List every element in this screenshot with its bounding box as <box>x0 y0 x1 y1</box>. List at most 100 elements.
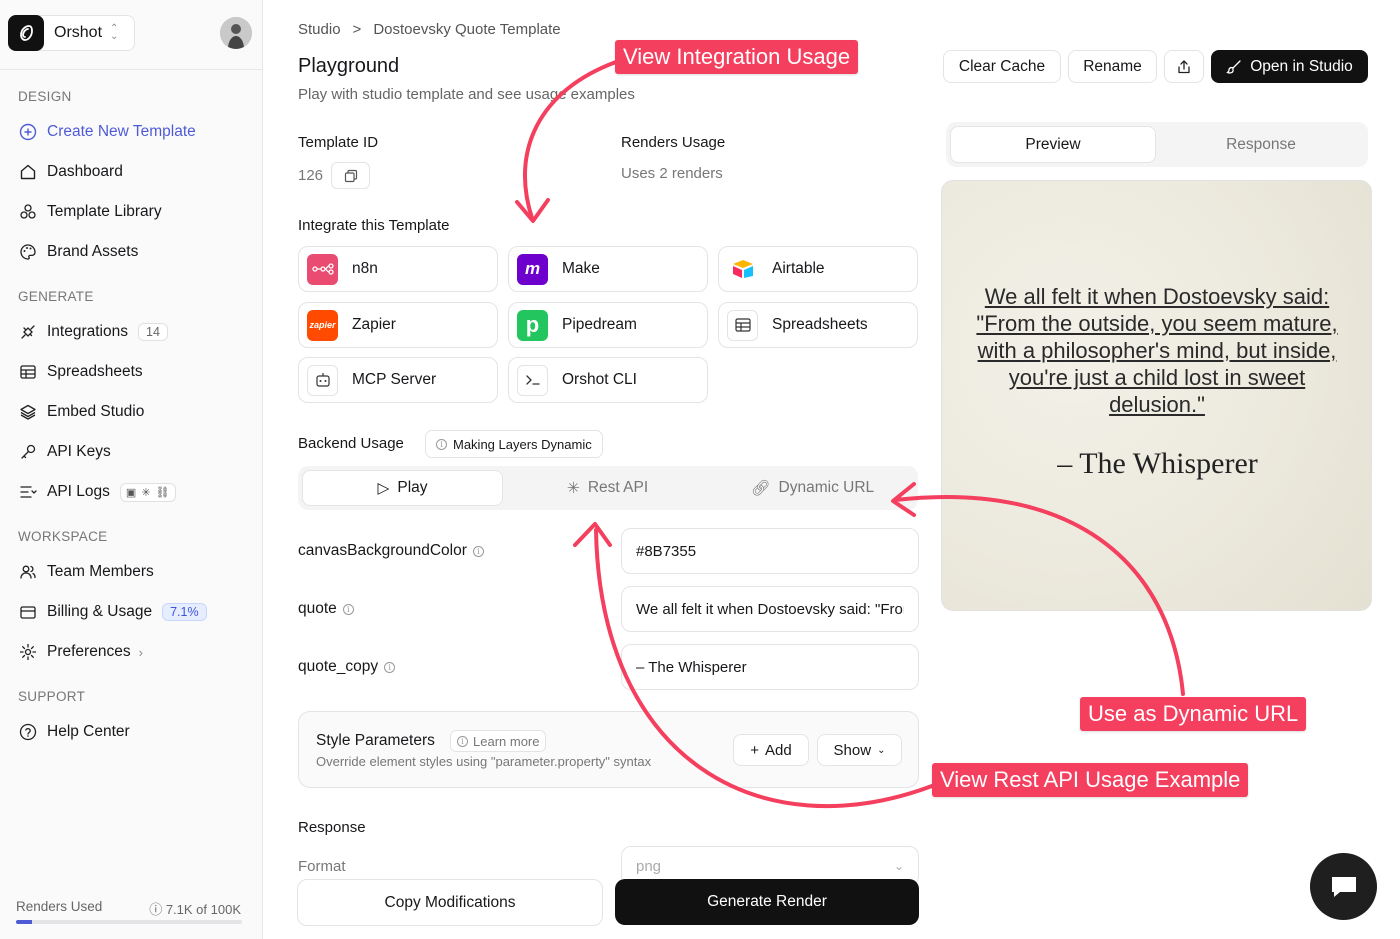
show-style-dropdown[interactable]: Show ⌄ <box>817 734 902 766</box>
integration-make[interactable]: m Make <box>508 246 708 292</box>
quote-copy-input[interactable] <box>621 644 919 690</box>
chevron-right-icon: › <box>138 644 143 660</box>
field-label-quote: quote i <box>298 600 354 618</box>
tab-label: Dynamic URL <box>778 479 875 496</box>
integration-pipedream[interactable]: p Pipedream <box>508 302 708 348</box>
orshot-logo-icon <box>8 15 44 51</box>
backend-tabs: ▷ Play ✳ Rest API 🔗︎ Dynamic URL <box>298 466 918 510</box>
making-layers-dynamic-link[interactable]: i Making Layers Dynamic <box>425 430 603 458</box>
integration-label: Pipedream <box>562 316 637 333</box>
sidebar-item-api-keys[interactable]: API Keys <box>18 438 248 466</box>
style-parameters-panel: Style Parameters i Learn more Override e… <box>298 711 919 788</box>
asterisk-icon: ✳ <box>141 486 151 499</box>
airtable-icon <box>727 253 758 285</box>
layers-icon <box>18 402 38 422</box>
key-icon <box>18 442 38 462</box>
logs-icon <box>18 482 38 502</box>
integration-orshot-cli[interactable]: Orshot CLI <box>508 357 708 403</box>
plus-icon: + <box>750 741 760 759</box>
integration-airtable[interactable]: Airtable <box>718 246 918 292</box>
robot-icon: ▣ <box>125 486 137 499</box>
workspace-switcher[interactable]: Orshot ⌃ ⌄ <box>8 15 135 51</box>
tab-preview[interactable]: Preview <box>950 126 1156 163</box>
copy-modifications-button[interactable]: Copy Modifications <box>297 879 603 926</box>
terminal-icon <box>517 364 548 396</box>
info-icon: ⓘ <box>149 902 163 917</box>
tab-rest-api[interactable]: ✳ Rest API <box>507 470 708 506</box>
generate-render-button[interactable]: Generate Render <box>615 879 919 925</box>
arrow-rest-head <box>573 522 612 547</box>
renders-progress-fill <box>16 920 33 924</box>
plus-circle-icon <box>18 122 38 142</box>
template-id-value: 126 <box>298 167 324 184</box>
billing-usage-badge: 7.1% <box>162 603 207 621</box>
sidebar-item-create-template[interactable]: Create New Template <box>18 118 248 146</box>
rename-button[interactable]: Rename <box>1068 50 1157 83</box>
learn-more-link[interactable]: i Learn more <box>450 730 547 752</box>
sidebar-item-billing[interactable]: Billing & Usage 7.1% <box>18 598 248 626</box>
info-icon: i <box>342 603 354 615</box>
sidebar-item-integrations[interactable]: Integrations 14 <box>18 318 248 346</box>
callout-use-as-dynamic-url: Use as Dynamic URL <box>1080 697 1307 731</box>
sidebar-item-preferences[interactable]: Preferences › <box>18 638 248 666</box>
palette-icon <box>18 242 38 262</box>
sidebar-item-label: Help Center <box>47 723 130 740</box>
link-icon: 🔗︎ <box>750 479 771 497</box>
api-logs-sources: ▣ ✳ ⛓ <box>119 482 176 502</box>
template-id-label: Template ID <box>298 134 379 151</box>
breadcrumb-current[interactable]: Dostoevsky Quote Template <box>373 21 560 38</box>
breadcrumb-studio[interactable]: Studio <box>298 21 341 38</box>
sidebar-item-help-center[interactable]: Help Center <box>18 718 248 746</box>
section-generate: GENERATE <box>18 289 94 304</box>
preview-author: – The Whisperer <box>1057 447 1258 480</box>
integration-mcp-server[interactable]: MCP Server <box>298 357 498 403</box>
tab-dynamic-url[interactable]: 🔗︎ Dynamic URL <box>712 470 913 506</box>
breadcrumb: Studio > Dostoevsky Quote Template <box>298 21 561 38</box>
integration-label: n8n <box>352 260 378 277</box>
avatar[interactable] <box>220 17 252 49</box>
zapier-icon: zapier <box>307 309 338 341</box>
integration-spreadsheets[interactable]: Spreadsheets <box>718 302 918 348</box>
table-icon <box>18 362 38 382</box>
integration-n8n[interactable]: n8n <box>298 246 498 292</box>
style-parameters-subtitle: Override element styles using "parameter… <box>316 754 652 769</box>
sidebar-item-brand-assets[interactable]: Brand Assets <box>18 238 248 266</box>
sidebar-item-api-logs[interactable]: API Logs ▣ ✳ ⛓ <box>18 478 248 506</box>
add-style-button[interactable]: + Add <box>733 734 809 766</box>
integrate-title: Integrate this Template <box>298 217 450 234</box>
preview-quote: We all felt it when Dostoevsky said: "Fr… <box>976 284 1338 417</box>
share-button[interactable] <box>1164 50 1204 83</box>
sidebar-item-dashboard[interactable]: Dashboard <box>18 158 248 186</box>
quote-input[interactable] <box>621 586 919 632</box>
chevron-updown-icon: ⌃ ⌄ <box>110 23 119 42</box>
integration-zapier[interactable]: zapier Zapier <box>298 302 498 348</box>
robot-icon <box>307 364 338 396</box>
chat-button[interactable] <box>1310 853 1377 920</box>
format-value: png <box>636 857 662 875</box>
users-icon <box>18 562 38 582</box>
field-label-canvas-bg: canvasBackgroundColor i <box>298 542 484 560</box>
integration-label: Zapier <box>352 316 396 333</box>
sidebar-item-label: Integrations <box>47 323 128 340</box>
preview-tabs: Preview Response <box>946 122 1368 167</box>
sidebar-item-team-members[interactable]: Team Members <box>18 558 248 586</box>
renders-count-text: 7.1K of 100K <box>165 902 241 917</box>
tab-play[interactable]: ▷ Play <box>302 470 503 506</box>
canvas-background-color-input[interactable] <box>621 528 919 574</box>
add-label: Add <box>765 741 792 759</box>
chevron-down-icon: ⌄ <box>877 744 886 756</box>
info-icon: i <box>472 545 484 557</box>
gear-icon <box>18 642 38 662</box>
chip-label: Making Layers Dynamic <box>453 436 592 452</box>
section-workspace: WORKSPACE <box>18 529 108 544</box>
open-in-studio-button[interactable]: Open in Studio <box>1211 50 1368 83</box>
tab-response[interactable]: Response <box>1158 126 1364 163</box>
clear-cache-button[interactable]: Clear Cache <box>943 50 1061 83</box>
arrow-integration-head <box>515 198 550 223</box>
copy-id-button[interactable] <box>331 162 370 189</box>
sidebar-item-template-library[interactable]: Template Library <box>18 198 248 226</box>
help-circle-icon <box>18 722 38 742</box>
sidebar-item-embed-studio[interactable]: Embed Studio <box>18 398 248 426</box>
n8n-icon <box>307 253 338 285</box>
sidebar-item-spreadsheets[interactable]: Spreadsheets <box>18 358 248 386</box>
